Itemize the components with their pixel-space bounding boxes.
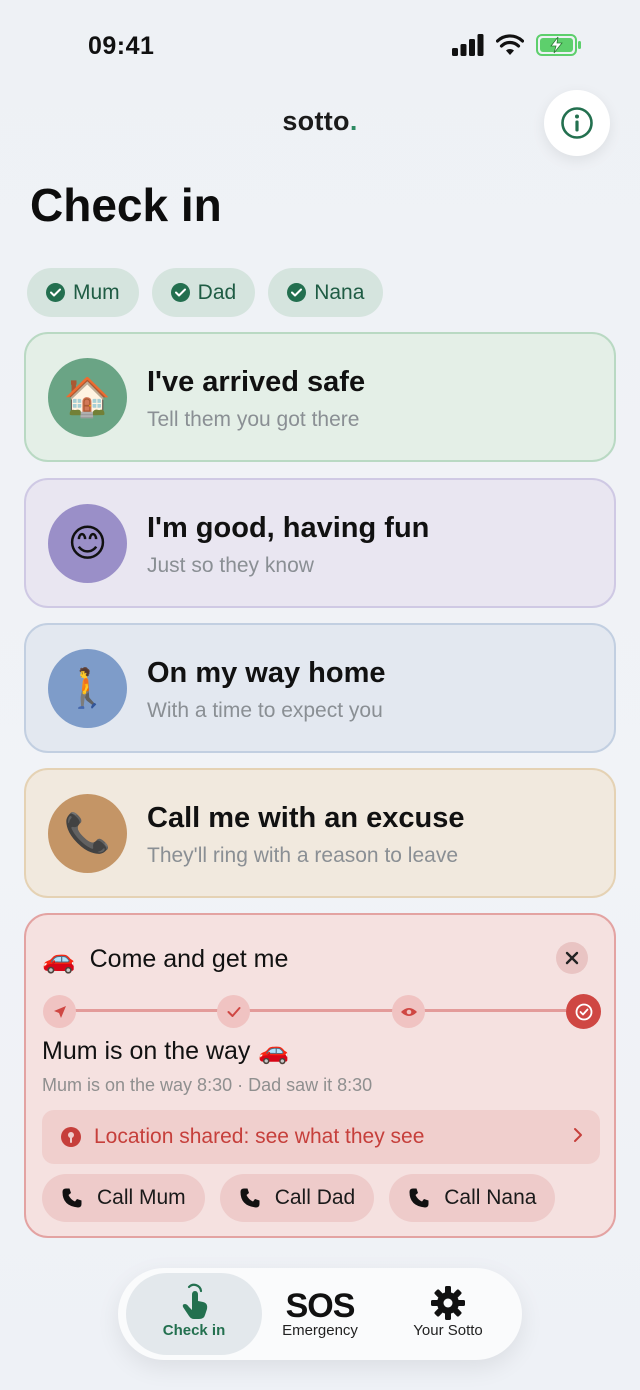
call-buttons: Call Mum Call Dad Call Nana (42, 1174, 556, 1222)
bottom-nav: Check in SOS Emergency Your Sotto (118, 1268, 522, 1360)
recipient-chips: Mum Dad Nana (27, 268, 384, 317)
phone-icon (409, 1188, 429, 1208)
nav-label: Your Sotto (413, 1322, 483, 1339)
chip-label: Mum (73, 280, 120, 304)
eye-icon (400, 1007, 417, 1016)
pickup-meta: Mum is on the way 8:30 · Dad saw it 8:30 (42, 1075, 373, 1095)
phone-icon (62, 1188, 82, 1208)
check-icon (170, 283, 190, 302)
call-label: Call Dad (274, 1186, 356, 1209)
signal-icon (452, 34, 484, 56)
tap-hand-icon (182, 1283, 208, 1319)
call-mum-button[interactable]: Call Mum (42, 1174, 205, 1222)
check-circle-icon (575, 1003, 592, 1020)
call-label: Call Nana (444, 1186, 537, 1209)
call-nana-button[interactable]: Call Nana (389, 1174, 556, 1222)
recipient-chip-mum[interactable]: Mum (27, 268, 139, 317)
nav-tab-check-in[interactable]: Check in (126, 1273, 262, 1355)
recipient-chip-nana[interactable]: Nana (268, 268, 384, 317)
chip-label: Nana (314, 280, 365, 304)
status-bar: 09:41 (0, 0, 640, 90)
progress-step-seen (392, 995, 425, 1028)
chip-label: Dad (197, 280, 237, 304)
check-icon (227, 1006, 240, 1017)
status-icons (452, 34, 582, 56)
send-icon (53, 1005, 66, 1018)
card-title: I've arrived safe (147, 366, 366, 398)
progress-track (60, 1009, 566, 1012)
walking-person-icon: 🚶 (48, 649, 127, 728)
nav-label: Check in (162, 1322, 226, 1339)
call-label: Call Mum (97, 1186, 186, 1209)
info-button[interactable] (544, 90, 610, 156)
progress-step-sent (43, 995, 76, 1028)
phone-icon: 📞 (48, 794, 127, 873)
checkin-card-having-fun[interactable]: 😊 I'm good, having fun Just so they know (24, 478, 616, 608)
nav-label: Emergency (282, 1322, 358, 1339)
sos-icon: SOS (285, 1287, 356, 1325)
card-title: I'm good, having fun (147, 512, 430, 544)
checkin-card-call-excuse[interactable]: 📞 Call me with an excuse They'll ring wi… (24, 768, 616, 898)
gear-icon (431, 1286, 465, 1320)
check-icon (46, 283, 65, 302)
status-time: 09:41 (88, 32, 155, 60)
close-button[interactable] (556, 942, 588, 974)
card-subtitle: Tell them you got there (147, 408, 360, 431)
pickup-status-text: Mum is on the way (42, 1037, 251, 1065)
wifi-icon (496, 34, 524, 55)
battery-charging-icon (536, 34, 581, 56)
checkin-card-on-my-way-home[interactable]: 🚶 On my way home With a time to expect y… (24, 623, 616, 753)
nav-tab-emergency[interactable]: SOS Emergency (252, 1273, 388, 1355)
card-subtitle: With a time to expect you (147, 699, 383, 722)
smile-icon: 😊 (48, 504, 127, 583)
house-icon: 🏠 (48, 358, 127, 437)
nav-tab-your-sotto[interactable]: Your Sotto (380, 1273, 516, 1355)
card-title: On my way home (147, 657, 386, 689)
close-icon (565, 951, 579, 965)
progress-step-delivered (217, 995, 250, 1028)
location-shared-row[interactable]: Location shared: see what they see (42, 1110, 600, 1164)
car-icon: 🚗 (42, 944, 76, 974)
pickup-title: Come and get me (89, 944, 289, 973)
chevron-right-icon (574, 1128, 582, 1142)
pickup-request-card: 🚗 Come and get me Mum is on the way 🚗 Mu… (24, 913, 616, 1238)
page-title: Check in (30, 179, 222, 231)
checkin-card-arrived-safe[interactable]: 🏠 I've arrived safe Tell them you got th… (24, 332, 616, 462)
location-pin-icon (61, 1127, 81, 1147)
info-icon (561, 107, 593, 139)
card-subtitle: Just so they know (147, 554, 314, 577)
progress-step-on-way (566, 994, 601, 1029)
card-subtitle: They'll ring with a reason to leave (147, 844, 459, 867)
card-title: Call me with an excuse (147, 802, 465, 834)
call-dad-button[interactable]: Call Dad (219, 1174, 375, 1222)
pickup-status: Mum is on the way 🚗 (42, 1037, 290, 1066)
pickup-header: 🚗 Come and get me (42, 943, 288, 975)
check-icon (287, 283, 307, 302)
car-icon: 🚗 (258, 1037, 290, 1065)
phone-icon (240, 1188, 260, 1208)
location-shared-text: Location shared: see what they see (94, 1125, 425, 1148)
recipient-chip-dad[interactable]: Dad (151, 268, 256, 317)
